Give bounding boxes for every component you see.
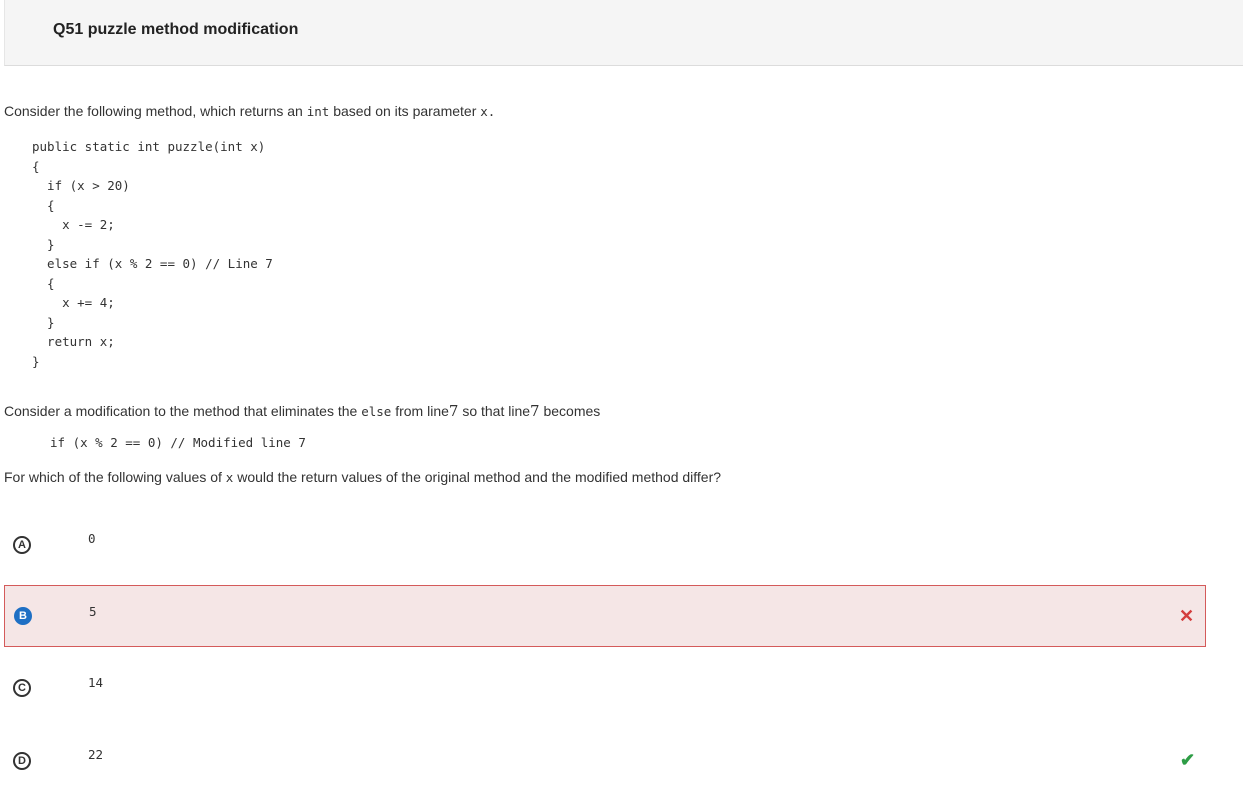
correct-check-icon: ✔ xyxy=(1180,750,1196,770)
prompt-prefix: For which of the following values of xyxy=(4,469,222,485)
code-line: if (x > 20) xyxy=(32,178,130,193)
code-line: { xyxy=(32,275,55,291)
code-line: else if (x % 2 == 0) // Line 7 xyxy=(32,256,273,271)
choice-value-d: 22 xyxy=(88,747,104,762)
method-code-block: public static int puzzle(int x) { if (x … xyxy=(32,137,273,371)
choice-value-b: 5 xyxy=(89,604,97,619)
intro-prefix: Consider the following method, which ret… xyxy=(4,103,303,119)
answer-choice-c[interactable]: C 14 xyxy=(4,656,1206,718)
answer-choice-b[interactable]: B 5 ✕ xyxy=(4,585,1206,647)
choice-value-a: 0 xyxy=(88,531,96,546)
mod-code: else xyxy=(361,404,392,419)
code-line: return x; xyxy=(32,334,115,349)
mod-line-number: 7 xyxy=(448,402,459,420)
code-line: { xyxy=(32,197,55,213)
choice-letter-b: B xyxy=(14,607,32,625)
mod-mid2: so that line xyxy=(462,403,531,419)
code-line: x -= 2; xyxy=(32,217,115,232)
code-line: } xyxy=(32,353,40,369)
mod-suffix: becomes xyxy=(543,403,601,419)
prompt-code: x xyxy=(225,470,234,485)
mod-prefix: Consider a modification to the method th… xyxy=(4,403,358,419)
question-header: Q51 puzzle method modification xyxy=(4,0,1243,66)
intro-mid: based on its parameter xyxy=(333,103,477,119)
answer-choice-d[interactable]: D 22 ✔ xyxy=(4,730,1206,792)
modified-code-line: if (x % 2 == 0) // Modified line 7 xyxy=(50,435,306,450)
mod-line-number: 7 xyxy=(530,402,540,420)
choice-letter-a: A xyxy=(13,536,31,554)
answer-choice-a[interactable]: A 0 xyxy=(4,514,1206,576)
prompt-suffix: would the return values of the original … xyxy=(237,469,722,485)
code-line: } xyxy=(32,236,55,252)
intro-param: x. xyxy=(480,104,496,119)
incorrect-x-icon: ✕ xyxy=(1179,606,1195,626)
choice-letter-c: C xyxy=(13,679,31,697)
question-prompt: For which of the following values of x w… xyxy=(4,469,721,485)
choice-value-c: 14 xyxy=(88,675,104,690)
question-intro: Consider the following method, which ret… xyxy=(4,103,495,119)
intro-code: int xyxy=(306,104,330,119)
choice-letter-d: D xyxy=(13,752,31,770)
modification-description: Consider a modification to the method th… xyxy=(4,402,600,420)
mod-mid: from line xyxy=(395,403,449,419)
code-line: } xyxy=(32,314,55,330)
code-line: public static int puzzle(int x) xyxy=(32,139,266,154)
code-line: { xyxy=(32,158,40,174)
question-title: Q51 puzzle method modification xyxy=(53,21,299,38)
code-line: x += 4; xyxy=(32,295,115,310)
